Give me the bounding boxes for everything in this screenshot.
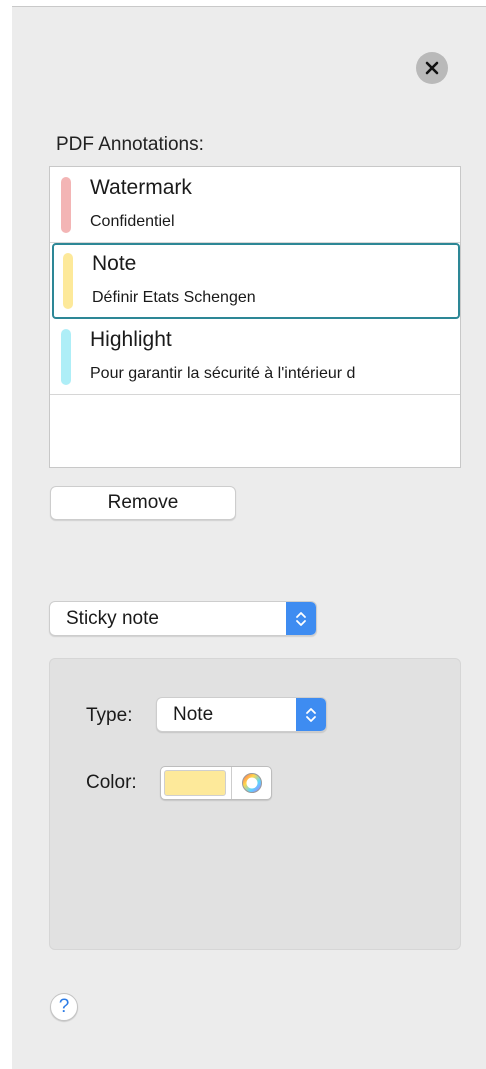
color-wheel-icon <box>241 773 262 793</box>
color-swatch <box>63 253 73 309</box>
remove-button[interactable]: Remove <box>50 486 236 520</box>
annotations-label: PDF Annotations: <box>56 134 204 155</box>
close-x-icon <box>425 61 439 75</box>
list-item-subtitle: Pour garantir la sécurité à l'intérieur … <box>90 365 356 382</box>
help-button[interactable]: ? <box>50 993 78 1021</box>
type-select[interactable]: Note <box>156 697 327 732</box>
select-value: Note <box>173 704 214 725</box>
annotations-list[interactable]: Watermark Confidentiel Note Définir Etat… <box>49 166 461 468</box>
color-swatch-button[interactable] <box>164 770 226 796</box>
list-item-highlight[interactable]: Highlight Pour garantir la sécurité à l'… <box>50 319 460 395</box>
list-item-watermark[interactable]: Watermark Confidentiel <box>50 167 460 243</box>
color-swatch <box>61 329 71 385</box>
list-item-note[interactable]: Note Définir Etats Schengen <box>52 243 460 319</box>
chevron-updown-icon <box>286 602 316 635</box>
close-button[interactable] <box>416 52 448 84</box>
color-picker-button[interactable] <box>232 767 271 799</box>
chevron-updown-icon <box>296 698 326 731</box>
list-item-subtitle: Définir Etats Schengen <box>92 289 256 306</box>
annotation-kind-select[interactable]: Sticky note <box>49 601 317 636</box>
list-item-title: Highlight <box>90 328 172 351</box>
type-label: Type: <box>86 705 133 726</box>
list-item-title: Note <box>92 252 137 275</box>
list-item-subtitle: Confidentiel <box>90 213 175 230</box>
color-swatch <box>61 177 71 233</box>
color-label: Color: <box>86 772 137 793</box>
select-value: Sticky note <box>66 608 159 629</box>
list-item-title: Watermark <box>90 176 192 199</box>
color-well <box>160 766 272 800</box>
